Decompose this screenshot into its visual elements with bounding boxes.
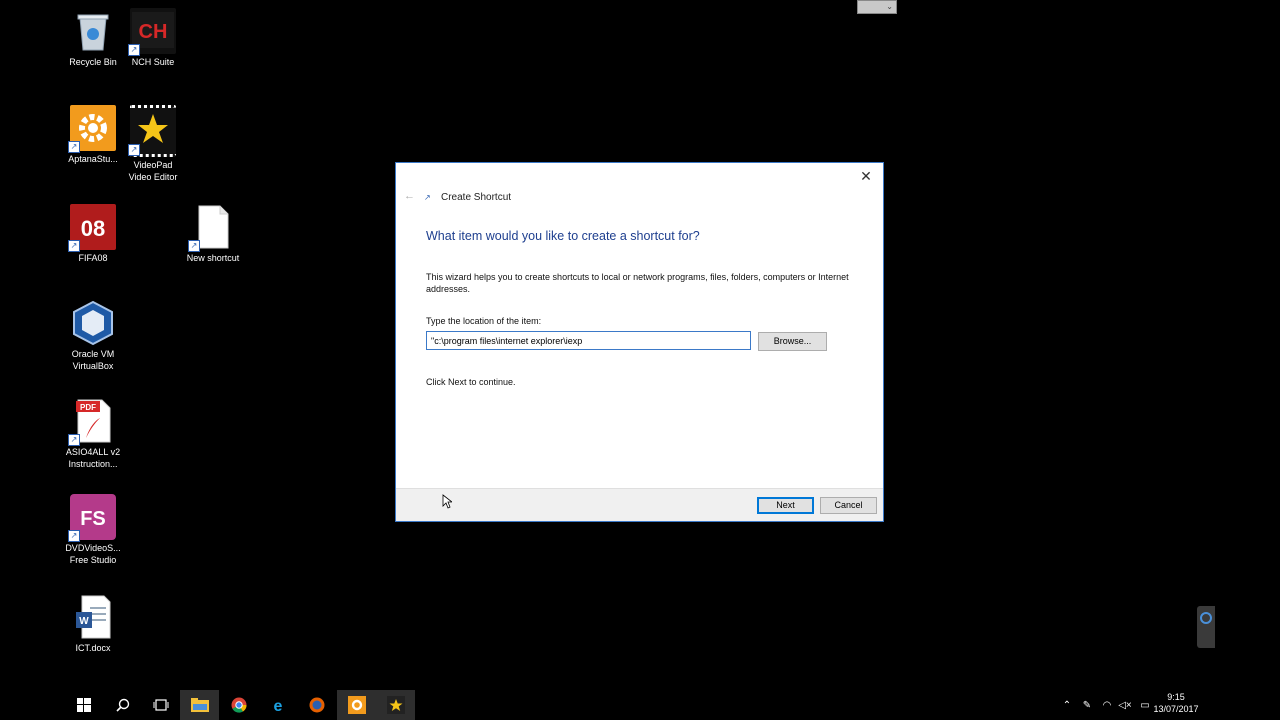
shortcut-arrow-icon: ↗ [68, 240, 80, 252]
aptana-icon [347, 696, 366, 714]
language-indicator[interactable]: ✎ [1078, 690, 1096, 720]
taskbar-chrome[interactable] [219, 690, 258, 720]
desktop-icon-free-studio[interactable]: FS ↗ DVDVideoS... Free Studio [58, 494, 128, 566]
shortcut-arrow-icon: ↗ [68, 141, 80, 153]
taskbar-firefox[interactable] [297, 690, 336, 720]
internet-explorer-icon: e [273, 698, 282, 713]
wifi-icon: ◠ [1102, 699, 1112, 711]
svg-text:W: W [79, 616, 89, 627]
free-studio-icon: FS ↗ [68, 494, 116, 542]
videopad-icon [386, 696, 405, 714]
shortcut-arrow-icon: ↗ [128, 144, 140, 156]
desktop-icon-virtualbox[interactable]: Oracle VM VirtualBox [58, 300, 128, 372]
mouse-cursor-icon [442, 494, 452, 509]
desktop-icon-label: NCH Suite [131, 57, 175, 67]
shortcut-arrow-icon: ↗ [188, 240, 200, 252]
desktop-icon-asio4all[interactable]: PDF ↗ ASIO4ALL v2 Instruction... [58, 398, 128, 470]
chevron-up-icon: ⌃ [1062, 699, 1072, 711]
taskbar-clock[interactable]: 9:15 13/07/2017 [1146, 691, 1206, 715]
next-button[interactable]: Next [757, 497, 814, 514]
volume-muted-icon: ◁× [1118, 699, 1132, 711]
desktop-icon-label: ICT.docx [75, 643, 111, 653]
chevron-down-icon[interactable]: ⌄ [886, 2, 893, 11]
desktop-icon-label: DVDVideoS... Free Studio [65, 543, 121, 565]
nch-suite-icon: CH ↗ [128, 8, 176, 56]
task-view-icon [153, 699, 168, 711]
create-shortcut-dialog: ← ↗ Create Shortcut ✕ What item would yo… [395, 162, 884, 522]
dialog-footer: Next Cancel [396, 488, 883, 521]
pen-input-icon: ✎ [1082, 699, 1092, 711]
desktop-icon-label: New shortcut [186, 253, 240, 263]
firefox-icon [309, 697, 324, 713]
dialog-heading: What item would you like to create a sho… [426, 229, 700, 243]
dialog-description: This wizard helps you to create shortcut… [426, 272, 849, 294]
browse-button[interactable]: Browse... [758, 332, 827, 351]
cancel-button[interactable]: Cancel [820, 497, 877, 514]
shortcut-arrow-icon: ↗ [128, 44, 140, 56]
clock-time: 9:15 [1167, 692, 1185, 702]
network-button[interactable]: ◠ [1098, 690, 1116, 720]
file-explorer-icon [190, 698, 209, 712]
search-button[interactable] [103, 690, 142, 720]
taskbar: e ⌃ ✎ ◠ ◁× ▭ 9:15 13/07/2017 [0, 690, 1280, 720]
virtualbox-icon [70, 300, 116, 346]
continue-instruction: Click Next to continue. [426, 377, 516, 387]
chrome-icon [231, 697, 247, 713]
desktop-icon-label: FIFA08 [78, 253, 108, 263]
desktop-icon-label: VideoPad Video Editor [128, 160, 178, 182]
desktop-icon-fifa08[interactable]: 08 ↗ FIFA08 [58, 204, 128, 264]
pdf-icon: PDF ↗ [68, 398, 116, 446]
task-view-button[interactable] [141, 690, 180, 720]
taskbar-aptana[interactable] [337, 690, 376, 720]
desktop-icon-label: Oracle VM VirtualBox [71, 349, 115, 371]
show-hidden-icons-button[interactable]: ⌃ [1058, 690, 1076, 720]
close-button[interactable]: ✕ [857, 167, 875, 185]
taskbar-videopad[interactable] [376, 690, 415, 720]
screen-recorder-widget[interactable]: ⌄ [857, 0, 897, 14]
volume-button[interactable]: ◁× [1116, 690, 1134, 720]
start-icon [76, 698, 91, 712]
taskbar-file-explorer[interactable] [180, 690, 219, 720]
videopad-icon: ↗ [128, 105, 176, 157]
desktop-icon-new-shortcut[interactable]: ↗ New shortcut [178, 204, 248, 264]
desktop-icon-videopad[interactable]: ↗ VideoPad Video Editor [118, 105, 188, 183]
teamviewer-icon [1200, 612, 1212, 624]
location-label: Type the location of the item: [426, 316, 542, 326]
taskbar-internet-explorer[interactable]: e [258, 690, 297, 720]
dialog-title: Create Shortcut [441, 192, 512, 203]
shortcut-wizard-icon: ↗ [424, 193, 431, 202]
start-button[interactable] [64, 690, 103, 720]
location-input[interactable] [426, 331, 751, 350]
new-shortcut-icon: ↗ [188, 204, 236, 252]
svg-text:08: 08 [81, 216, 105, 241]
svg-text:e: e [273, 698, 282, 713]
fifa08-icon: 08 ↗ [68, 204, 116, 252]
desktop-icon-nch-suite[interactable]: CH ↗ NCH Suite [118, 8, 188, 68]
shortcut-arrow-icon: ↗ [68, 530, 80, 542]
svg-text:PDF: PDF [80, 403, 96, 412]
side-dock-widget[interactable] [1197, 606, 1215, 648]
word-doc-icon: W [70, 594, 116, 640]
desktop-icon-ict-docx[interactable]: W ICT.docx [58, 594, 128, 654]
svg-text:CH: CH [139, 21, 168, 43]
shortcut-arrow-icon: ↗ [68, 434, 80, 446]
back-arrow-icon[interactable]: ← [404, 190, 416, 204]
clock-date: 13/07/2017 [1153, 704, 1199, 714]
svg-text:FS: FS [80, 508, 106, 530]
desktop-icon-label: ASIO4ALL v2 Instruction... [65, 447, 121, 469]
search-icon [115, 698, 129, 712]
aptana-studio-icon: ↗ [68, 105, 116, 153]
recycle-bin-icon [70, 8, 116, 54]
dialog-titlebar: ← ↗ Create Shortcut ✕ [396, 163, 883, 219]
